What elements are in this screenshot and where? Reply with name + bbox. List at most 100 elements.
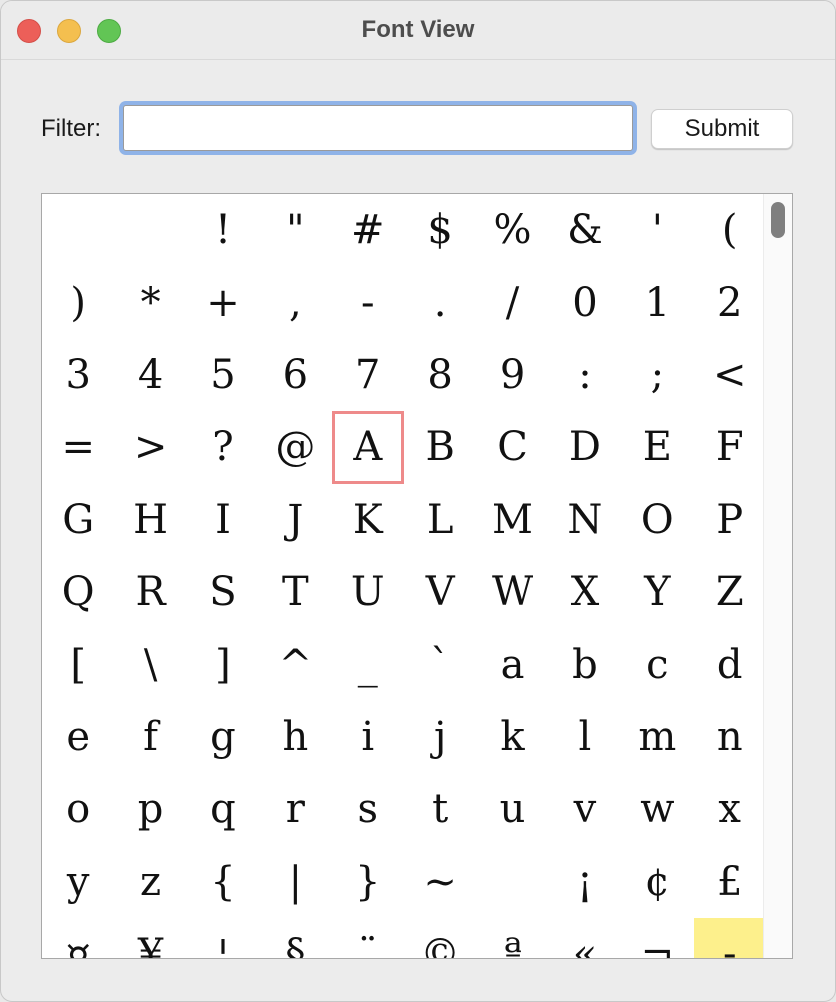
glyph-cell[interactable]: d [694, 628, 766, 700]
glyph-cell[interactable]: W [476, 556, 548, 628]
glyph-cell[interactable]: ~ [404, 846, 476, 918]
glyph-cell[interactable]: U [332, 556, 404, 628]
glyph-cell[interactable]: z [114, 846, 186, 918]
glyph-cell[interactable]: i [332, 701, 404, 773]
glyph-cell[interactable]: I [187, 484, 259, 556]
glyph-cell[interactable]: / [476, 266, 548, 338]
glyph-cell[interactable]: ¤ [42, 918, 114, 958]
glyph-cell[interactable]: B [404, 411, 476, 483]
glyph-cell[interactable]: p [114, 773, 186, 845]
glyph-cell[interactable]: ¦ [187, 918, 259, 958]
glyph-cell[interactable]: , [259, 266, 331, 338]
glyph-cell[interactable]: c [621, 628, 693, 700]
glyph-cell[interactable] [114, 194, 186, 266]
glyph-cell[interactable]: J [259, 484, 331, 556]
glyph-cell[interactable]: t [404, 773, 476, 845]
glyph-cell[interactable]: R [114, 556, 186, 628]
glyph-cell[interactable]: ¥ [114, 918, 186, 958]
glyph-cell[interactable]: = [42, 411, 114, 483]
glyph-cell[interactable]: ` [404, 628, 476, 700]
glyph-cell[interactable]: ª [476, 918, 548, 958]
glyph-cell[interactable]: j [404, 701, 476, 773]
glyph-cell[interactable]: H [114, 484, 186, 556]
glyph-cell[interactable]: _ [332, 628, 404, 700]
glyph-cell[interactable]: 5 [187, 339, 259, 411]
filter-input[interactable] [123, 105, 633, 151]
glyph-cell[interactable]: D [549, 411, 621, 483]
glyph-cell[interactable]: v [549, 773, 621, 845]
glyph-cell[interactable]: r [259, 773, 331, 845]
glyph-cell[interactable]: * [114, 266, 186, 338]
glyph-cell[interactable]: C [476, 411, 548, 483]
glyph-cell[interactable]: e [42, 701, 114, 773]
glyph-cell[interactable]: : [549, 339, 621, 411]
glyph-cell[interactable]: ¢ [621, 846, 693, 918]
glyph-cell[interactable]: ^ [259, 628, 331, 700]
glyph-cell[interactable]: M [476, 484, 548, 556]
glyph-cell[interactable]: ? [187, 411, 259, 483]
glyph-cell[interactable]: % [476, 194, 548, 266]
glyph-cell[interactable]: P [694, 484, 766, 556]
glyph-cell[interactable]: 2 [694, 266, 766, 338]
glyph-cell[interactable]: Y [621, 556, 693, 628]
glyph-cell[interactable]: { [187, 846, 259, 918]
glyph-cell[interactable]: m [621, 701, 693, 773]
glyph-cell[interactable]: & [549, 194, 621, 266]
glyph-cell[interactable]: ; [621, 339, 693, 411]
submit-button[interactable]: Submit [651, 109, 793, 149]
glyph-cell[interactable]: y [42, 846, 114, 918]
glyph-cell[interactable]: ! [187, 194, 259, 266]
glyph-cell[interactable]: \ [114, 628, 186, 700]
glyph-cell[interactable]: x [694, 773, 766, 845]
glyph-cell[interactable]: § [259, 918, 331, 958]
glyph-cell[interactable]: ] [187, 628, 259, 700]
glyph-cell[interactable]: | [259, 846, 331, 918]
glyph-cell[interactable]: S [187, 556, 259, 628]
glyph-cell[interactable]: « [549, 918, 621, 958]
glyph-cell[interactable]: w [621, 773, 693, 845]
glyph-cell[interactable]: [ [42, 628, 114, 700]
scrollbar-thumb[interactable] [771, 202, 785, 238]
glyph-cell[interactable]: K [332, 484, 404, 556]
glyph-cell[interactable]: ' [621, 194, 693, 266]
glyph-cell[interactable]: b [549, 628, 621, 700]
glyph-cell[interactable]: f [114, 701, 186, 773]
glyph-cell[interactable]: . [404, 266, 476, 338]
glyph-cell[interactable]: > [114, 411, 186, 483]
glyph-cell[interactable]: + [187, 266, 259, 338]
glyph-cell[interactable]: - [332, 266, 404, 338]
glyph-cell[interactable]: ¡ [549, 846, 621, 918]
title-bar[interactable]: Font View [1, 1, 835, 60]
glyph-cell[interactable]: 1 [621, 266, 693, 338]
glyph-cell[interactable]: V [404, 556, 476, 628]
glyph-cell[interactable]: # [332, 194, 404, 266]
glyph-cell[interactable]: l [549, 701, 621, 773]
glyph-cell[interactable]: ¬ [621, 918, 693, 958]
glyph-cell[interactable]: g [187, 701, 259, 773]
glyph-cell[interactable]: a [476, 628, 548, 700]
glyph-cell[interactable]: 7 [332, 339, 404, 411]
glyph-cell[interactable]: 8 [404, 339, 476, 411]
glyph-cell[interactable]: 3 [42, 339, 114, 411]
glyph-cell[interactable]: - [693, 917, 766, 958]
glyph-cell[interactable]: $ [404, 194, 476, 266]
vertical-scrollbar[interactable] [763, 194, 792, 958]
glyph-cell[interactable]: h [259, 701, 331, 773]
glyph-cell[interactable]: k [476, 701, 548, 773]
glyph-cell[interactable]: ¨ [332, 918, 404, 958]
glyph-cell[interactable]: n [694, 701, 766, 773]
glyph-cell[interactable]: G [42, 484, 114, 556]
glyph-cell[interactable]: Q [42, 556, 114, 628]
glyph-cell[interactable]: O [621, 484, 693, 556]
glyph-cell[interactable]: N [549, 484, 621, 556]
glyph-cell[interactable]: £ [694, 846, 766, 918]
glyph-cell[interactable]: A [332, 411, 404, 483]
glyph-cell[interactable]: E [621, 411, 693, 483]
glyph-cell[interactable]: T [259, 556, 331, 628]
glyph-cell[interactable] [476, 846, 548, 918]
glyph-cell[interactable]: 0 [549, 266, 621, 338]
glyph-cell[interactable]: o [42, 773, 114, 845]
glyph-cell[interactable]: u [476, 773, 548, 845]
glyph-cell[interactable]: } [332, 846, 404, 918]
glyph-cell[interactable]: 9 [476, 339, 548, 411]
